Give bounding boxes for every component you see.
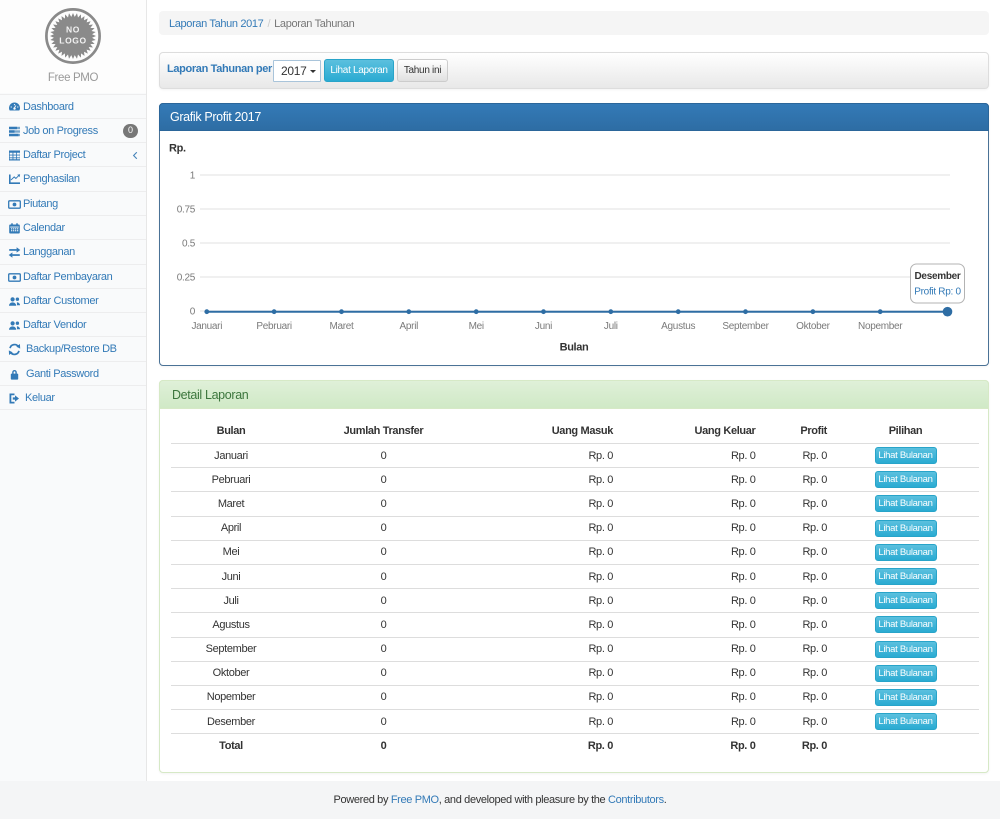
svg-text:0: 0 — [190, 307, 196, 318]
svg-text:Januari: Januari — [191, 321, 222, 332]
svg-text:0.25: 0.25 — [177, 273, 196, 284]
svg-text:0.75: 0.75 — [177, 205, 196, 216]
svg-text:Nopember: Nopember — [858, 321, 903, 332]
svg-text:Bulan: Bulan — [560, 342, 589, 354]
svg-text:1: 1 — [190, 171, 196, 182]
svg-text:Juli: Juli — [604, 321, 618, 332]
svg-text:NO: NO — [66, 25, 80, 35]
svg-text:Maret: Maret — [329, 321, 354, 332]
svg-text:Agustus: Agustus — [661, 321, 695, 332]
svg-text:Mei: Mei — [469, 321, 484, 332]
svg-text:Desember: Desember — [915, 271, 961, 282]
svg-text:LOGO: LOGO — [59, 36, 86, 46]
svg-text:September: September — [722, 321, 769, 332]
svg-text:April: April — [400, 321, 419, 332]
svg-text:Rp.: Rp. — [169, 143, 186, 155]
svg-text:Oktober: Oktober — [796, 321, 830, 332]
svg-text:Profit Rp: 0: Profit Rp: 0 — [914, 287, 961, 298]
svg-text:Pebruari: Pebruari — [256, 321, 291, 332]
svg-text:Juni: Juni — [535, 321, 552, 332]
svg-text:0.5: 0.5 — [182, 239, 196, 250]
